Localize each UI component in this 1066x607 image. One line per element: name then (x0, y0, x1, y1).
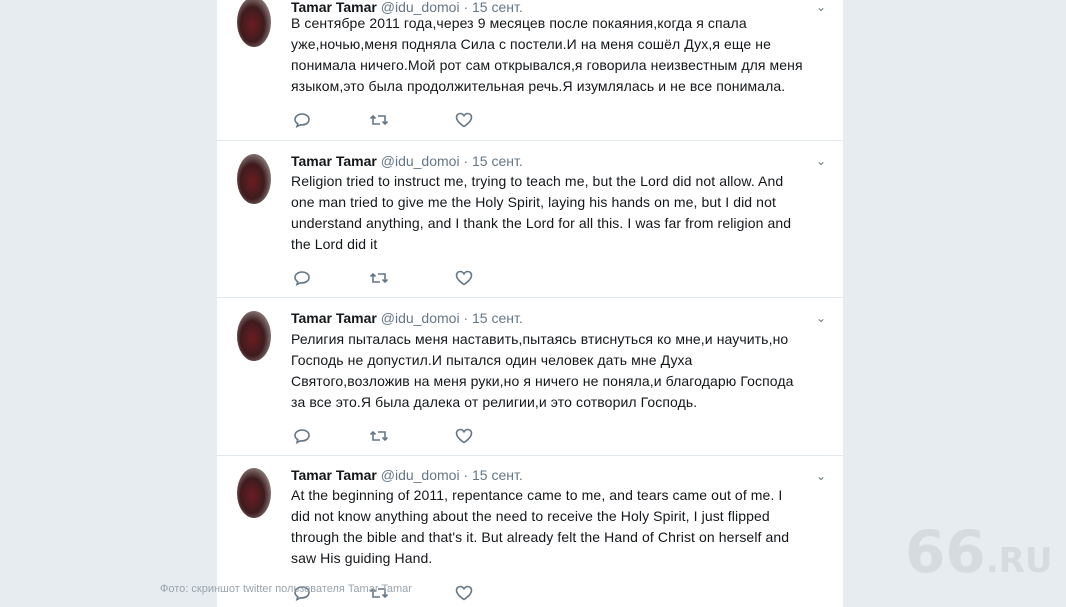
user-name[interactable]: Tamar Tamar (291, 310, 377, 326)
tweet-actions (291, 426, 491, 446)
chevron-down-icon[interactable]: ⌄ (813, 468, 829, 484)
watermark-logo: 66.RU (905, 522, 1052, 591)
retweet-icon[interactable] (368, 426, 390, 446)
tweet-date[interactable]: 15 сент. (472, 153, 523, 169)
like-icon[interactable] (453, 583, 475, 603)
separator-dot: · (463, 153, 469, 169)
like-icon[interactable] (453, 426, 475, 446)
reply-icon[interactable] (291, 268, 313, 288)
retweet-icon[interactable] (368, 268, 390, 288)
chevron-down-icon[interactable]: ⌄ (813, 153, 829, 169)
tweet-text: Religion tried to instruct me, trying to… (291, 173, 792, 252)
tweet: Tamar Tamar @idu_domoi · 15 сент. ⌄ Reli… (217, 141, 843, 298)
separator-dot: · (463, 310, 469, 326)
tweet-actions (291, 268, 491, 288)
tweet-header: Tamar Tamar @idu_domoi · 15 сент. (291, 309, 523, 327)
avatar[interactable] (237, 0, 271, 47)
user-handle[interactable]: @idu_domoi (381, 310, 460, 326)
tweet-text: В сентябре 2011 года,через 9 месяцев пос… (291, 15, 803, 94)
logo-number: 66 (905, 518, 986, 586)
tweet-feed: Tamar Tamar @idu_domoi · 15 сент. ⌄ В се… (217, 0, 843, 607)
logo-suffix: .RU (985, 541, 1053, 581)
reply-icon[interactable] (291, 110, 313, 130)
tweet: Tamar Tamar @idu_domoi · 15 сент. ⌄ Рели… (217, 298, 843, 456)
tweet: Tamar Tamar @idu_domoi · 15 сент. ⌄ В се… (217, 0, 843, 141)
user-name[interactable]: Tamar Tamar (291, 153, 377, 169)
like-icon[interactable] (453, 268, 475, 288)
tweet-header: Tamar Tamar @idu_domoi · 15 сент. (291, 466, 523, 484)
like-icon[interactable] (453, 110, 475, 130)
tweet-actions (291, 110, 491, 130)
user-handle[interactable]: @idu_domoi (381, 153, 460, 169)
avatar[interactable] (237, 468, 271, 518)
reply-icon[interactable] (291, 426, 313, 446)
tweet-text: Религия пыталась меня наставить,пытаясь … (291, 331, 794, 410)
user-handle[interactable]: @idu_domoi (381, 467, 460, 483)
tweet-text: At the beginning of 2011, repentance cam… (291, 487, 790, 566)
user-name[interactable]: Tamar Tamar (291, 467, 377, 483)
avatar[interactable] (237, 154, 271, 204)
separator-dot: · (463, 467, 469, 483)
photo-credit: Фото: скриншот twitter пользователя Tama… (160, 583, 412, 595)
avatar[interactable] (237, 311, 271, 361)
tweet-date[interactable]: 15 сент. (472, 467, 523, 483)
chevron-down-icon[interactable]: ⌄ (813, 310, 829, 326)
retweet-icon[interactable] (368, 110, 390, 130)
tweet-header: Tamar Tamar @idu_domoi · 15 сент. (291, 152, 523, 170)
tweet-date[interactable]: 15 сент. (472, 310, 523, 326)
